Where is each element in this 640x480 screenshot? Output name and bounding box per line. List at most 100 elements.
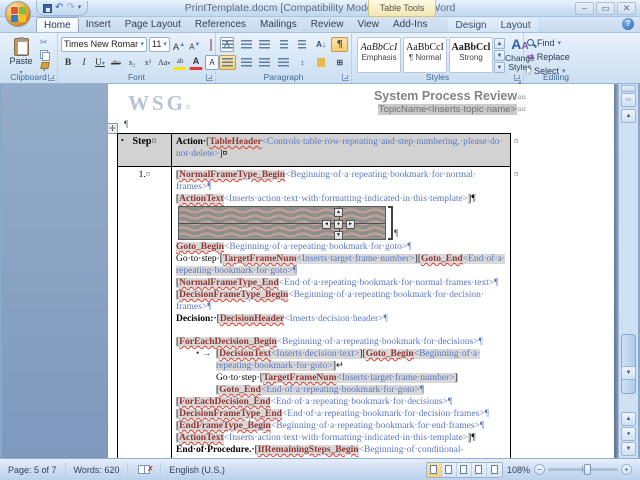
paragraph-dialog-launcher[interactable] <box>342 74 349 81</box>
office-button[interactable] <box>5 1 31 27</box>
change-case-button[interactable]: Aa▾ <box>157 55 171 70</box>
align-left-button[interactable] <box>219 54 236 70</box>
office-logo-green <box>19 7 26 14</box>
bold-button[interactable]: B <box>61 55 75 70</box>
page-indicator[interactable]: Page: 5 of 7 <box>0 462 66 477</box>
zoom-track[interactable] <box>548 464 618 475</box>
numbering-button[interactable] <box>238 37 255 52</box>
gallery-down-icon[interactable]: ▼ <box>494 50 505 61</box>
zoom-out-icon[interactable]: − <box>534 464 545 475</box>
italic-button[interactable]: I <box>77 55 91 70</box>
tab-references[interactable]: References <box>188 17 253 32</box>
cut-icon[interactable]: ✂ <box>40 38 49 47</box>
scroll-down-icon[interactable]: ▼ <box>621 366 636 380</box>
copy-icon[interactable] <box>40 50 50 61</box>
paragraph-mark: ¶ <box>124 119 129 129</box>
frame-down-arrow[interactable]: ▼ <box>334 231 343 239</box>
font-size-combo[interactable]: 11 ▾ <box>149 36 170 52</box>
borders-button[interactable]: ⊞ <box>331 55 348 70</box>
action-header-cell[interactable]: Action·​[TableHeader<Controls·​table·​ro… <box>172 134 510 166</box>
zoom-level[interactable]: 108% <box>507 465 530 475</box>
clipboard-dialog-launcher[interactable] <box>48 74 55 81</box>
next-page-icon[interactable]: ▼ <box>621 442 636 456</box>
multilevel-list-button[interactable] <box>256 37 273 52</box>
page-icon <box>430 465 438 474</box>
subscript-button[interactable]: x₂ <box>125 55 139 70</box>
tab-design[interactable]: Design <box>448 18 493 32</box>
tab-home[interactable]: Home <box>36 17 79 32</box>
action-cell[interactable]: [NormalFrameType_Begin<Beginning·​of·​a·… <box>172 167 510 458</box>
web-layout-view-button[interactable] <box>456 462 472 477</box>
shading-button[interactable] <box>313 55 330 70</box>
sort-button[interactable]: A↓ <box>313 37 330 52</box>
style-card-emphasis[interactable]: AaBbCcI Emphasis <box>357 37 401 73</box>
tab-mailings[interactable]: Mailings <box>253 17 304 32</box>
restore-button[interactable]: ▭ <box>596 2 615 15</box>
company-logo: WSG¤ <box>128 91 191 115</box>
zoom-thumb[interactable] <box>584 464 591 475</box>
full-screen-reading-view-button[interactable] <box>441 462 457 477</box>
grow-font-button[interactable]: A▲ <box>172 37 186 53</box>
decrease-indent-button[interactable] <box>275 37 292 52</box>
draft-view-button[interactable] <box>486 462 502 477</box>
tab-insert[interactable]: Insert <box>79 17 118 32</box>
increase-indent-button[interactable] <box>294 37 311 52</box>
text-run: <End·​of·​a·​repeating·​bookmark·​for·​n… <box>278 278 499 288</box>
text-run: <End·​of·​a·​repeating·​bookmark·​for·​g… <box>260 385 425 395</box>
frame-right-arrow[interactable]: ► <box>346 220 355 229</box>
select-browse-object-icon[interactable]: ● <box>621 427 636 441</box>
gallery-up-icon[interactable]: ▲ <box>494 38 505 49</box>
scrollbar-thumb[interactable] <box>621 334 636 394</box>
close-button[interactable]: ✕ <box>617 2 636 15</box>
vertical-scrollbar[interactable]: ▭ ▲ ▼ ▲ ● ▼ <box>618 84 638 458</box>
frame-center-button[interactable]: ● <box>334 220 343 229</box>
justify-button[interactable] <box>275 55 292 70</box>
align-center-button[interactable] <box>238 55 255 70</box>
zoom-in-icon[interactable]: + <box>621 464 632 475</box>
styles-dialog-launcher[interactable] <box>514 74 521 81</box>
show-hide-formatting-button[interactable]: ¶ <box>331 36 349 52</box>
tab-page-layout[interactable]: Page Layout <box>118 17 188 32</box>
tab-review[interactable]: Review <box>304 17 351 32</box>
ribbon: Paste ▾ ✂ Clipboard Times New Roman ▾ 11 ▾… <box>0 32 640 87</box>
borders-icon: ⊞ <box>336 57 344 67</box>
language-indicator[interactable]: English (U.S.) <box>161 463 233 477</box>
shrink-font-button[interactable]: A▼ <box>188 37 202 52</box>
format-painter-icon[interactable] <box>40 62 49 71</box>
bullets-button[interactable] <box>219 37 236 52</box>
frame-left-arrow[interactable]: ◄ <box>322 220 331 229</box>
previous-page-icon[interactable]: ▲ <box>621 412 636 426</box>
split-handle[interactable] <box>621 85 636 92</box>
step-cell[interactable]: 1.¤ <box>118 167 172 458</box>
style-card-normal[interactable]: AaBbCcI ¶ Normal <box>403 37 447 73</box>
outline-view-button[interactable] <box>471 462 487 477</box>
find-button[interactable]: Find ▾ <box>527 36 585 49</box>
tab-add-ins[interactable]: Add-Ins <box>386 17 434 32</box>
superscript-button[interactable]: x² <box>141 55 155 70</box>
line-spacing-button[interactable]: ↕ <box>294 55 311 70</box>
selected-frame-image[interactable]: ▲ ◄ ● ► ▼ <box>178 206 386 240</box>
font-color-button[interactable]: A <box>189 55 203 70</box>
frame-up-arrow[interactable]: ▲ <box>334 208 343 217</box>
print-layout-view-button[interactable] <box>426 462 442 477</box>
document-page[interactable]: WSG¤ System Process Review¤¤ TopicName<I… <box>108 84 614 458</box>
scroll-up-icon[interactable]: ▲ <box>621 109 636 123</box>
step-header-cell[interactable]: • Step¤ <box>118 134 172 166</box>
word-count[interactable]: Words: 620 <box>66 462 129 477</box>
align-right-button[interactable] <box>256 55 273 70</box>
font-family-combo[interactable]: Times New Roman ▾ <box>61 36 147 52</box>
proofing-status[interactable] <box>128 462 162 477</box>
replace-button[interactable]: ⇄ Replace <box>527 50 585 63</box>
view-ruler-toggle[interactable]: ▭ <box>621 93 636 107</box>
align-left-icon <box>221 57 233 67</box>
highlight-button[interactable]: ab <box>173 55 187 70</box>
tab-view[interactable]: View <box>351 17 387 32</box>
font-dialog-launcher[interactable] <box>206 74 213 81</box>
paste-button[interactable]: Paste ▾ <box>6 37 36 76</box>
minimize-button[interactable]: – <box>575 2 594 15</box>
strikethrough-button[interactable]: abc <box>109 55 123 70</box>
tab-layout[interactable]: Layout <box>494 18 538 32</box>
help-icon[interactable]: ? <box>622 18 634 30</box>
style-card-strong[interactable]: AaBbCcl Strong <box>449 37 493 73</box>
underline-button[interactable]: U▾ <box>93 55 107 70</box>
